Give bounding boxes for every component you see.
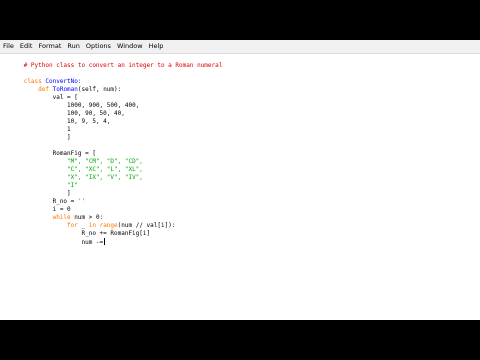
menu-options[interactable]: Options — [83, 40, 114, 53]
menu-bar: File Edit Format Run Options Window Help — [0, 40, 480, 54]
text-cursor — [104, 238, 106, 245]
idle-editor-window: File Edit Format Run Options Window Help… — [0, 40, 480, 320]
code-line-val: val = [ — [2, 86, 78, 101]
code-line-val-row2: 100, 90, 50, 40, — [2, 102, 125, 117]
menu-format[interactable]: Format — [35, 40, 64, 53]
code-line-num-update: num -= — [2, 230, 106, 246]
rno-value: '' — [77, 198, 86, 205]
function-params: (self, num): — [77, 86, 122, 93]
code-line-i: i = 0 — [2, 198, 71, 213]
code-line-rf-row1: "M", "CM", "D", "CD", — [2, 150, 143, 165]
menu-file[interactable]: File — [0, 40, 17, 53]
code-line-def: def ToRoman(self, num): — [2, 78, 121, 93]
code-line-while: while num > 0: — [2, 206, 104, 221]
menu-edit[interactable]: Edit — [17, 40, 36, 53]
num-update: num -= — [81, 239, 104, 246]
code-line-rf-close: ] — [2, 182, 71, 197]
menu-window[interactable]: Window — [114, 40, 146, 53]
code-line-val-row4: 1 — [2, 118, 71, 133]
code-line-val-row3: 10, 9, 5, 4, — [2, 110, 110, 125]
comment-text: # Python class to convert an integer to … — [23, 62, 223, 69]
code-line-rf-row4: "I" — [2, 174, 78, 189]
val-row3: 10, 9, 5, 4, — [67, 118, 111, 125]
romanfig-row3: "X", "IX", "V", "IV", — [67, 174, 143, 181]
menu-help[interactable]: Help — [146, 40, 167, 53]
val-close-bracket: ] — [67, 134, 71, 141]
code-line-rno-update: R_no += RomanFig[i] — [2, 222, 150, 237]
code-line-rf-row3: "X", "IX", "V", "IV", — [2, 166, 143, 181]
code-line-val-row1: 1000, 900, 500, 400, — [2, 94, 139, 109]
code-line-rf-row2: "C", "XC", "L", "XL", — [2, 158, 143, 173]
code-line-val-close: ] — [2, 126, 71, 141]
code-editor[interactable]: # Python class to convert an integer to … — [0, 54, 480, 320]
code-line-rno: R_no = '' — [2, 190, 86, 205]
code-line-for: for _ in range(num // val[i]): — [2, 214, 175, 229]
code-line-comment: # Python class to convert an integer to … — [2, 54, 223, 69]
code-line-romanfig: RomanFig = [ — [2, 142, 96, 157]
code-line-class: class ConvertNo: — [2, 70, 82, 85]
menu-run[interactable]: Run — [64, 40, 82, 53]
